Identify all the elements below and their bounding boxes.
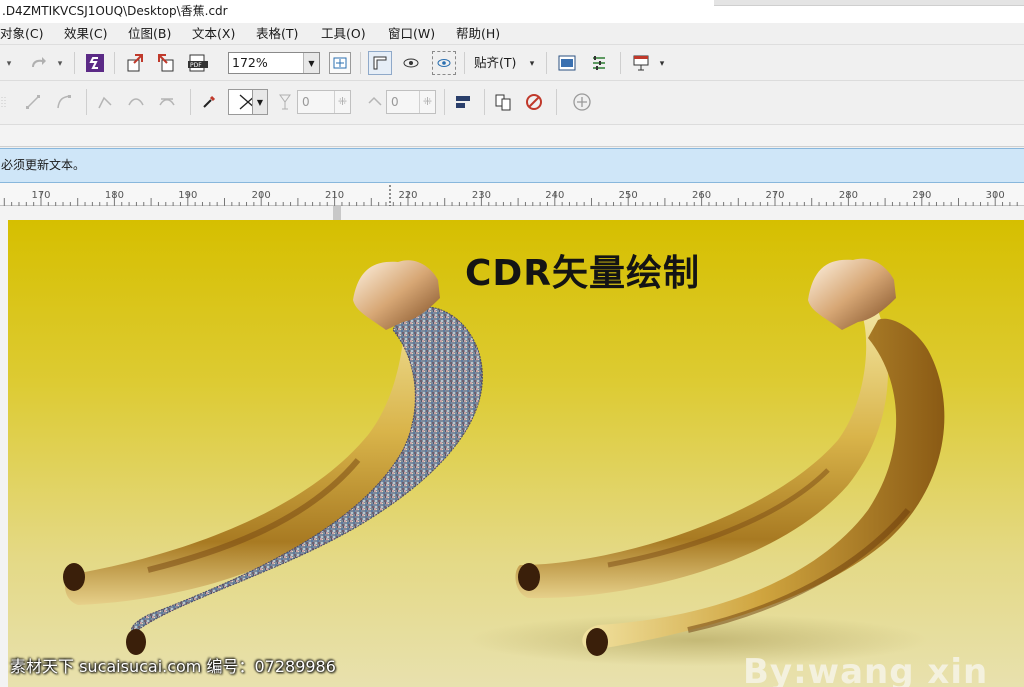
ruler-tick-label: 250 xyxy=(619,190,638,201)
property-bar-grip-icon xyxy=(0,93,8,113)
merge-mode-icon[interactable] xyxy=(364,91,386,113)
import-icon[interactable] xyxy=(124,52,146,74)
ruler-guide-marker[interactable] xyxy=(333,206,341,220)
toolbar-separator xyxy=(556,89,557,115)
zoom-level-combo[interactable]: 172% ▼ xyxy=(228,52,320,74)
show-guidelines-icon[interactable] xyxy=(432,51,456,75)
eyedropper-icon[interactable] xyxy=(198,91,220,113)
menu-help[interactable]: 帮助(H) xyxy=(456,23,500,45)
menu-table[interactable]: 表格(T) xyxy=(256,23,298,45)
ruler-tick-label: 280 xyxy=(839,190,858,201)
symmetrical-node-icon[interactable] xyxy=(156,91,178,113)
menu-object[interactable]: 对象(C) xyxy=(0,23,43,45)
ruler-tick-label: 170 xyxy=(31,190,50,201)
publish-pdf-icon[interactable]: PDF xyxy=(186,52,210,74)
full-screen-preview-icon[interactable] xyxy=(329,52,351,74)
line-tool-icon[interactable] xyxy=(22,91,44,113)
ruler-tick-label: 240 xyxy=(545,190,564,201)
spinner-arrows-icon[interactable]: ⁜ xyxy=(419,91,435,113)
menu-tools[interactable]: 工具(O) xyxy=(321,23,366,45)
document-page[interactable]: CDR矢量绘制 By:wang xin xyxy=(8,220,1024,687)
banana-tip xyxy=(126,629,146,655)
standard-toolbar: ▾ ▾ PDF 172% ▼ 贴齐(T) ▾ ▾ xyxy=(0,45,1024,81)
clear-effect-icon[interactable] xyxy=(523,91,545,113)
ruler-tick-label: 180 xyxy=(105,190,124,201)
options-icon[interactable] xyxy=(588,52,610,74)
document-title: CDR矢量绘制 xyxy=(465,253,701,294)
menu-bar: 对象(C) 效果(C) 位图(B) 文本(X) 表格(T) 工具(O) 窗口(W… xyxy=(0,23,1024,45)
export-icon[interactable] xyxy=(155,52,177,74)
show-rulers-icon[interactable] xyxy=(368,51,392,75)
watermark-text: 素材天下 sucaisucai.com 编号：07289986 xyxy=(10,657,336,676)
spinner-arrows-icon[interactable]: ⁜ xyxy=(334,91,350,113)
angle-spinner[interactable]: 0 ⁜ xyxy=(386,90,436,114)
menu-bitmaps[interactable]: 位图(B) xyxy=(128,23,171,45)
toolbar-separator xyxy=(484,89,485,115)
view-grid-icon[interactable] xyxy=(400,52,422,74)
toolbar-separator xyxy=(546,52,547,74)
toolbar-separator xyxy=(114,52,115,74)
application-launcher-icon[interactable] xyxy=(630,52,652,74)
author-byline: By:wang xin xyxy=(743,652,989,687)
ruler-tick-label: 190 xyxy=(178,190,197,201)
ruler-tick-label: 210 xyxy=(325,190,344,201)
redo-icon[interactable] xyxy=(28,53,48,73)
svg-text:PDF: PDF xyxy=(190,62,202,69)
angle-value: 0 xyxy=(391,95,399,109)
ruler-tick-label: 260 xyxy=(692,190,711,201)
undo-dropdown-icon[interactable]: ▾ xyxy=(2,57,16,71)
drawing-canvas[interactable]: CDR矢量绘制 By:wang xin xyxy=(0,206,1024,687)
chevron-down-icon[interactable]: ▾ xyxy=(656,57,668,71)
zoom-level-value: 172% xyxy=(232,55,268,70)
cusp-node-icon[interactable] xyxy=(94,91,116,113)
toolbar-separator xyxy=(190,89,191,115)
ruler-tick-label: 300 xyxy=(986,190,1005,201)
ruler-tick-label: 220 xyxy=(398,190,417,201)
smooth-node-icon[interactable] xyxy=(125,91,147,113)
ruler-tick-label: 200 xyxy=(252,190,271,201)
toolbar-strip xyxy=(0,125,1024,147)
menu-window[interactable]: 窗口(W) xyxy=(388,23,435,45)
toolbar-separator xyxy=(360,52,361,74)
banana-left-back xyxy=(65,290,429,605)
toolbar-separator xyxy=(86,89,87,115)
copy-properties-icon[interactable] xyxy=(492,91,514,113)
toolbar-separator xyxy=(464,52,465,74)
chevron-down-icon[interactable]: ▼ xyxy=(252,89,268,115)
ruler-tick-label: 290 xyxy=(912,190,931,201)
info-bar: 必须更新文本。 xyxy=(0,148,1024,183)
curve-tool-icon[interactable] xyxy=(53,91,75,113)
banana-tip xyxy=(63,563,85,591)
opacity-value: 0 xyxy=(302,95,310,109)
banana-tip xyxy=(586,628,608,656)
toolbar-separator xyxy=(620,52,621,74)
chevron-down-icon[interactable]: ▾ xyxy=(526,57,538,71)
title-bar: .D4ZMTIKVCSJ1OUQ\Desktop\香蕉.cdr xyxy=(0,0,1024,23)
window-controls-strip xyxy=(714,0,1024,6)
ruler-ticks: 170 180 190 200 210 220 230 240 250 260 270 280 290 3… xyxy=(3,185,1018,206)
menu-text[interactable]: 文本(X) xyxy=(192,23,235,45)
transparency-icon[interactable] xyxy=(276,91,294,113)
add-icon[interactable] xyxy=(570,91,594,113)
snap-to-dropdown[interactable]: 贴齐(T) xyxy=(474,52,516,74)
menu-effects[interactable]: 效果(C) xyxy=(64,23,107,45)
ruler-tick-label: 230 xyxy=(472,190,491,201)
window-title: .D4ZMTIKVCSJ1OUQ\Desktop\香蕉.cdr xyxy=(2,4,228,18)
chevron-down-icon[interactable]: ▼ xyxy=(303,53,319,73)
banana-tip xyxy=(518,563,540,591)
redo-dropdown-icon[interactable]: ▾ xyxy=(54,57,66,71)
corel-connect-icon[interactable] xyxy=(84,52,106,74)
ruler-tick-label: 270 xyxy=(765,190,784,201)
welcome-screen-icon[interactable] xyxy=(556,52,578,74)
align-distribute-icon[interactable] xyxy=(452,91,474,113)
banana-right-front xyxy=(582,318,945,650)
property-bar: ▼ 0 ⁜ 0 ⁜ xyxy=(0,81,1024,125)
opacity-spinner[interactable]: 0 ⁜ xyxy=(297,90,351,114)
horizontal-ruler[interactable]: 170 180 190 200 210 220 230 240 250 260 270 280 290 3… xyxy=(0,183,1024,206)
toolbar-separator xyxy=(74,52,75,74)
toolbar-separator xyxy=(444,89,445,115)
info-bar-message: 必须更新文本。 xyxy=(1,158,86,172)
